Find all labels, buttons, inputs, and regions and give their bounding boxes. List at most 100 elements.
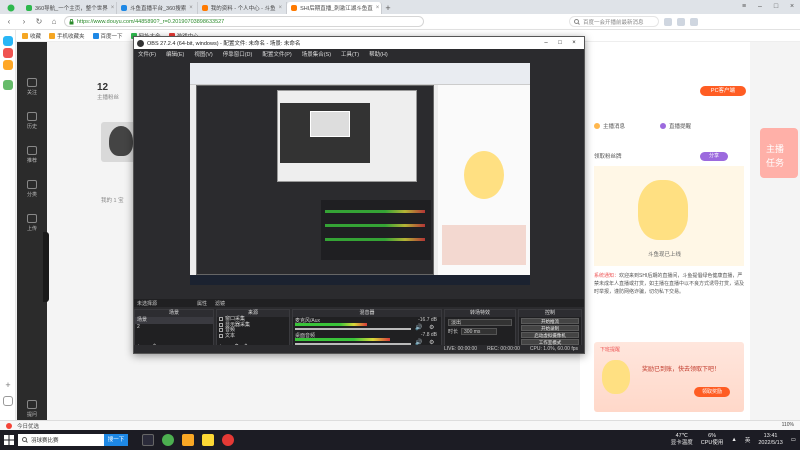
sidebar-collapse-handle[interactable] — [43, 232, 49, 302]
bell-icon — [594, 123, 600, 129]
source-filters-button[interactable]: 滤镜 — [215, 300, 225, 307]
obs-preview-canvas[interactable] — [190, 63, 530, 285]
source-properties-button[interactable]: 属性 — [197, 300, 207, 307]
tab-360nav[interactable]: 360导航_一个主页，整个世界 × — [22, 2, 117, 14]
user-icon[interactable] — [690, 17, 698, 26]
menu-scene-collection[interactable]: 场景集合(S) — [302, 50, 331, 58]
close-button[interactable]: × — [784, 0, 800, 14]
mascot-image — [638, 180, 688, 240]
browser-logo-icon[interactable] — [0, 2, 22, 14]
virtual-camera-button[interactable]: 启动虚拟摄像机 — [521, 332, 579, 338]
taskbar-search-button[interactable]: 搜一下 — [104, 434, 128, 446]
menu-profile[interactable]: 配置文件(P) — [262, 50, 291, 58]
obs-title-bar[interactable]: OBS 27.2.4 (64-bit, windows) - 配置文件: 未命名… — [134, 37, 584, 49]
sidebar-item-recommend[interactable]: 推荐 — [17, 146, 47, 164]
news-icon[interactable] — [3, 48, 13, 58]
menu-icon[interactable]: ≡ — [736, 0, 752, 14]
app-icon[interactable] — [3, 80, 13, 90]
new-tab-button[interactable]: + — [382, 2, 394, 14]
sidebar-item-category[interactable]: 分类 — [17, 180, 47, 198]
sidebar-item-upload[interactable]: 上传 — [17, 214, 47, 232]
reward-popup[interactable]: 下班提醒 奖励已到账，快去领取下吧！ 领取奖励 — [594, 342, 744, 412]
today-pick-label[interactable]: 今日优选 — [17, 422, 39, 430]
sidebar-item-follow[interactable]: 关注 — [17, 78, 47, 96]
tab-search[interactable]: 斗鱼直播平台_360搜索 × — [117, 2, 198, 14]
notification-icon[interactable]: ▭ — [791, 437, 796, 443]
start-streaming-button[interactable]: 开始推流 — [521, 318, 579, 324]
avatar-caption: 我的 1 宝 — [101, 198, 124, 204]
promo-label: 斗鱼现已上线 — [648, 252, 682, 258]
anchor-message-row[interactable]: 主播消息 — [594, 122, 625, 130]
scene-item[interactable]: 2 — [135, 324, 213, 331]
promo-banner[interactable]: 斗鱼现已上线 — [594, 166, 744, 266]
gear-icon[interactable]: ⚙ — [429, 324, 434, 331]
obs-close-button[interactable]: × — [567, 40, 581, 46]
menu-help[interactable]: 帮助(H) — [369, 50, 388, 58]
assistant-icon[interactable] — [3, 36, 13, 46]
clock-icon — [27, 112, 37, 121]
forward-button[interactable]: › — [19, 17, 29, 26]
tab-profile[interactable]: 我的资料 - 个人中心 - 斗鱼 × — [198, 2, 288, 14]
menu-file[interactable]: 文件(F) — [138, 50, 156, 58]
reward-claim-button[interactable]: 领取奖励 — [694, 387, 730, 397]
minimize-button[interactable]: – — [752, 0, 768, 14]
speaker-icon — [219, 328, 223, 332]
obs-taskbar-icon[interactable] — [222, 434, 234, 446]
extension-icon[interactable] — [664, 17, 672, 26]
browser-search-input[interactable]: 百度一会开播前最新消息 — [569, 16, 659, 27]
fan-badge-row[interactable]: 领取粉丝牌 — [594, 152, 622, 160]
sidebar-item-feedback[interactable]: 提问 — [17, 400, 47, 418]
settings-icon[interactable] — [3, 396, 13, 406]
zoom-level[interactable]: 110% — [782, 422, 794, 428]
gpu-temp[interactable]: 47℃ 显卡温度 — [671, 433, 693, 447]
transition-select[interactable]: 淡出 — [448, 319, 512, 326]
douyu-right-panel: PC客户端 主播消息 直播提醒 领取粉丝牌 分享 斗鱼现已上线 系统通知：欢迎来… — [580, 42, 750, 420]
bookmark-item[interactable]: 收藏 — [22, 32, 41, 40]
app-icon[interactable] — [202, 434, 214, 446]
volume-slider[interactable] — [295, 328, 411, 330]
game-icon[interactable] — [3, 60, 13, 70]
tab-close-icon[interactable]: × — [376, 5, 380, 11]
cpu-usage[interactable]: 6% CPU使用 — [701, 433, 724, 447]
pc-client-button[interactable]: PC客户端 — [700, 86, 746, 96]
svg-text:主播: 主播 — [766, 143, 784, 154]
tab-live[interactable]: SHI后期直播_刺激江湖斗鱼直 × — [287, 2, 383, 14]
back-button[interactable]: ‹ — [4, 17, 14, 26]
volume-meter — [295, 323, 367, 326]
menu-docks[interactable]: 停靠窗口(D) — [223, 50, 253, 58]
scene-item[interactable]: 场景 — [135, 317, 213, 324]
url-field[interactable]: https://www.douyu.com/4485890?_r=0.20190… — [64, 16, 424, 27]
side-ad-banner[interactable]: 主播 任务 — [758, 122, 800, 222]
search-icon — [22, 437, 28, 443]
download-icon[interactable] — [677, 17, 685, 26]
duration-field[interactable]: 300 ms — [461, 328, 498, 335]
obs-maximize-button[interactable]: □ — [553, 40, 567, 46]
home-button[interactable]: ⌂ — [49, 17, 59, 26]
share-button[interactable]: 分享 — [700, 152, 728, 161]
menu-view[interactable]: 视图(V) — [194, 50, 212, 58]
live-reminder-row[interactable]: 直播提醒 — [660, 122, 691, 130]
start-recording-button[interactable]: 开始录制 — [521, 325, 579, 331]
source-item[interactable]: 文本 — [217, 333, 289, 340]
maximize-button[interactable]: □ — [768, 0, 784, 14]
windows-start-button[interactable] — [4, 435, 14, 445]
clock[interactable]: 13:41 2022/5/13 — [758, 433, 782, 447]
360-browser-icon[interactable] — [162, 434, 174, 446]
tab-close-icon[interactable]: × — [279, 5, 283, 11]
network-icon[interactable]: ▲ — [731, 437, 736, 443]
folder-icon[interactable] — [182, 434, 194, 446]
speaker-icon[interactable]: 🔊 — [415, 324, 422, 331]
bookmark-item[interactable]: 手机收藏夹 — [49, 32, 85, 40]
tab-close-icon[interactable]: × — [111, 5, 115, 11]
add-icon[interactable]: + — [3, 380, 13, 390]
bookmark-item[interactable]: 百度一下 — [92, 32, 123, 40]
obs-minimize-button[interactable]: – — [539, 40, 553, 46]
menu-tools[interactable]: 工具(T) — [341, 50, 359, 58]
refresh-button[interactable]: ↻ — [34, 17, 44, 26]
sidebar-item-history[interactable]: 历史 — [17, 112, 47, 130]
menu-edit[interactable]: 编辑(E) — [166, 50, 184, 58]
task-view-icon[interactable] — [142, 434, 154, 446]
today-pick-icon[interactable] — [6, 422, 12, 429]
input-language[interactable]: 英 — [745, 436, 751, 444]
tab-close-icon[interactable]: × — [189, 5, 193, 11]
